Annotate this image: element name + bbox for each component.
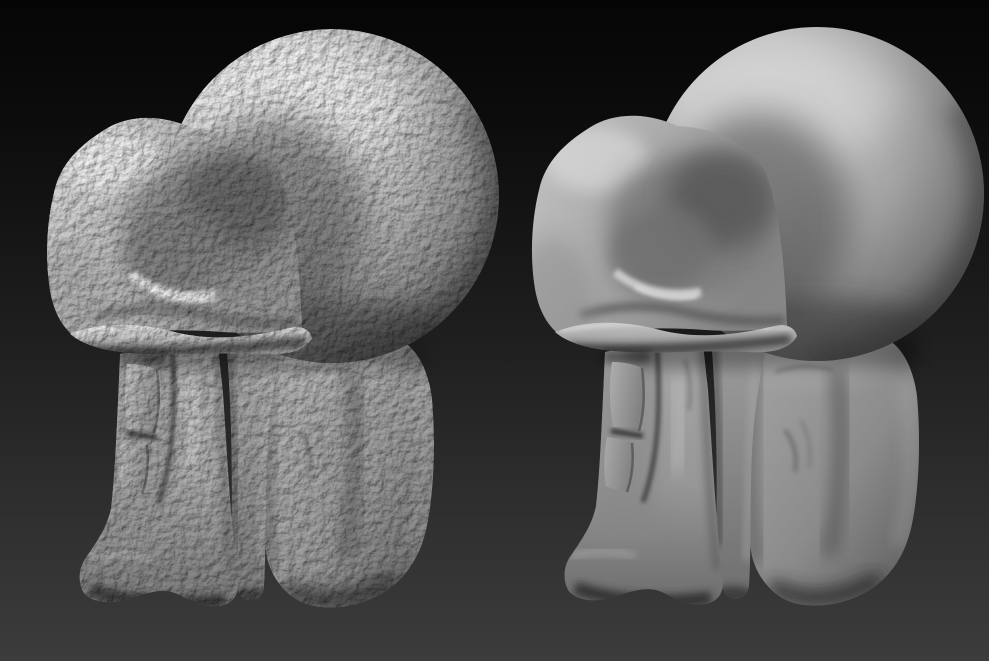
sculpted-head-rough[interactable]: Rough textured sculpt — [26, 29, 500, 608]
sculpt-viewport-background: Rough textured sculpt Smooth polished sc… — [0, 0, 989, 661]
sculpted-head-smooth[interactable]: Smooth polished sculpt — [511, 27, 985, 606]
sculpt-render-canvas[interactable]: Rough textured sculpt Smooth polished sc… — [0, 0, 989, 661]
